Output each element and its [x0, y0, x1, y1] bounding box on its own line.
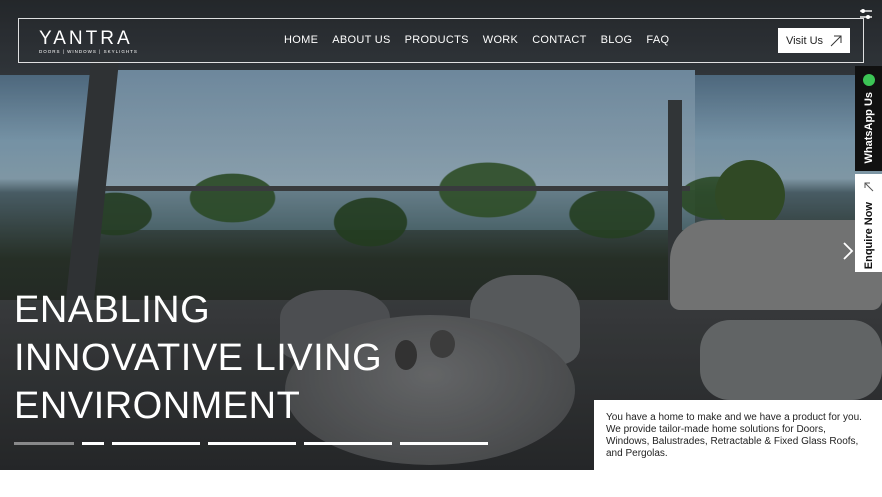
- chevron-right-icon[interactable]: [840, 240, 856, 262]
- arrow-up-left-icon: [864, 182, 873, 192]
- slide-indicator-active[interactable]: [82, 442, 104, 445]
- arrow-up-right-icon: [830, 35, 842, 46]
- nav-contact[interactable]: CONTACT: [532, 34, 586, 46]
- enquire-tab[interactable]: Enquire Now: [855, 174, 882, 272]
- whatsapp-tab[interactable]: WhatsApp Us: [855, 66, 882, 171]
- slide-indicator[interactable]: [400, 442, 488, 445]
- nav-work[interactable]: WORK: [483, 34, 518, 46]
- main-menu: HOME ABOUT US PRODUCTS WORK CONTACT BLOG…: [284, 34, 669, 46]
- visit-us-label: Visit Us: [785, 34, 824, 47]
- page-below-fold: [0, 470, 882, 497]
- brand-tagline: DOORS | WINDOWS | SKYLIGHTS: [39, 49, 138, 54]
- nav-home[interactable]: HOME: [284, 34, 318, 46]
- top-nav: YANTRA DOORS | WINDOWS | SKYLIGHTS HOME …: [18, 18, 864, 63]
- visit-us-button[interactable]: Visit Us: [778, 28, 850, 53]
- headline-line: ENVIRONMENT: [14, 385, 301, 427]
- whatsapp-icon: [862, 74, 875, 86]
- nav-products[interactable]: PRODUCTS: [405, 34, 469, 46]
- brand-logo[interactable]: YANTRA DOORS | WINDOWS | SKYLIGHTS: [39, 28, 138, 54]
- hero-headline: ENABLING INNOVATIVE LIVING ENVIRONMENT: [14, 286, 382, 430]
- slide-indicators: [14, 442, 488, 445]
- nav-about-us[interactable]: ABOUT US: [332, 34, 390, 46]
- whatsapp-label: WhatsApp Us: [862, 92, 875, 164]
- enquire-label: Enquire Now: [862, 202, 875, 270]
- headline-line: INNOVATIVE LIVING: [14, 337, 383, 379]
- slide-indicator[interactable]: [304, 442, 392, 445]
- nav-blog[interactable]: BLOG: [601, 34, 633, 46]
- intro-text: You have a home to make and we have a pr…: [594, 400, 882, 470]
- brand-name: YANTRA: [39, 28, 133, 49]
- headline-line: ENABLING: [14, 289, 211, 331]
- nav-faq[interactable]: FAQ: [646, 34, 669, 46]
- slide-indicator[interactable]: [208, 442, 296, 445]
- slide-indicator[interactable]: [14, 442, 74, 445]
- slide-indicator[interactable]: [112, 442, 200, 445]
